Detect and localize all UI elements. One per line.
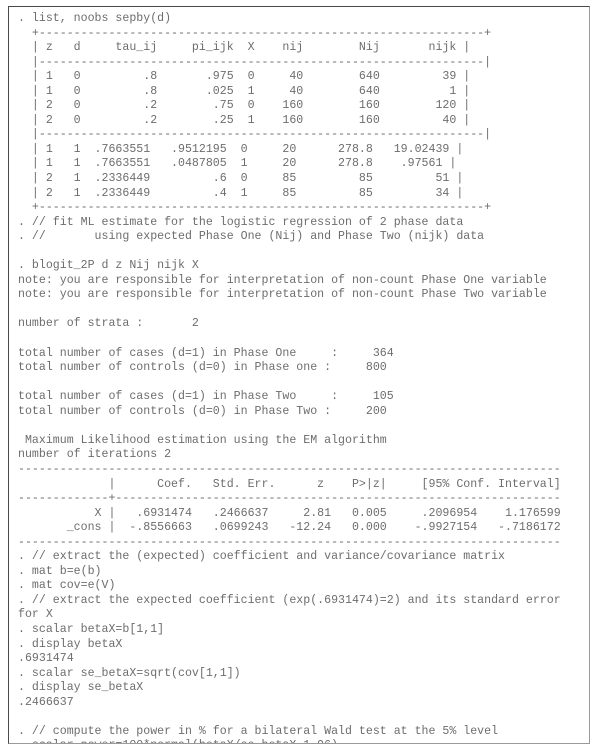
console-output-text[interactable]: . list, noobs sepby(d) +----------------… [18,12,561,743]
console-line: number of strata : 2 [18,317,199,331]
console-line: | Coef. Std. Err. z P>|z| [95% Conf. Int… [18,477,561,491]
console-line: | 1 0 .8 .975 0 40 640 39 | [18,70,471,84]
console-line: . scalar power=100*normal(betaX/se_betaX… [18,739,561,743]
console-line: ----------------------------------------… [18,535,561,549]
console-line: . mat b=e(b) [18,564,102,578]
console-line: -------------+--------------------------… [18,492,561,506]
console-line: total number of cases (d=1) in Phase One… [18,346,394,360]
console-line: . // extract the (expected) coefficient … [18,550,506,564]
console-line: . // extract the expected coefficient (e… [18,593,561,607]
console-line: . blogit_2P d z Nij nijk X [18,259,199,273]
console-line: | z d tau_ij pi_ijk X nij Nij nijk | [18,41,471,55]
console-line: . scalar betaX=b[1,1] [18,622,165,636]
console-line: +---------------------------------------… [18,26,492,40]
console-line: . list, noobs sepby(d) [18,12,172,25]
console-line: Maximum Likelihood estimation using the … [18,433,387,447]
console-line: . display se_betaX [18,681,144,695]
console-line: | 1 1 .7663551 .0487805 1 20 278.8 .9756… [18,157,457,171]
console-line: .2466637 [18,695,74,709]
console-line: . // compute the power in % for a bilate… [18,724,499,738]
console-line: . display betaX [18,637,123,651]
console-line: note: you are responsible for interpreta… [18,288,547,302]
console-line: note: you are responsible for interpreta… [18,273,547,287]
console-line: | 2 1 .2336449 .4 1 85 85 34 | [18,186,464,200]
console-line: | 2 1 .2336449 .6 0 85 85 51 | [18,172,464,186]
console-line: . // using expected Phase One (Nij) and … [18,230,485,244]
console-line: .6931474 [18,652,74,666]
console-line: total number of controls (d=0) in Phase … [18,404,387,418]
console-line: . scalar se_betaX=sqrt(cov[1,1]) [18,666,241,680]
console-line: |---------------------------------------… [18,128,492,142]
console-line: | 2 0 .2 .75 0 160 160 120 | [18,99,471,113]
console-line: X | .6931474 .2466637 2.81 0.005 .209695… [18,506,561,520]
console-line: total number of controls (d=0) in Phase … [18,361,387,375]
console-line: | 2 0 .2 .25 1 160 160 40 | [18,113,471,127]
console-line: |---------------------------------------… [18,55,492,69]
console-line: for X [18,608,53,622]
console-line: ----------------------------------------… [18,462,561,476]
console-line: | 1 0 .8 .025 1 40 640 1 | [18,84,471,98]
stata-results-window[interactable]: . list, noobs sepby(d) +----------------… [8,6,590,744]
console-line: | 1 1 .7663551 .9512195 0 20 278.8 19.02… [18,142,464,156]
console-line: . // fit ML estimate for the logistic re… [18,215,464,229]
console-line: _cons | -.8556663 .0699243 -12.24 0.000 … [18,521,561,535]
console-line: number of iterations 2 [18,448,172,462]
console-line: total number of cases (d=1) in Phase Two… [18,390,394,404]
console-line: . mat cov=e(V) [18,579,116,593]
console-line: +---------------------------------------… [18,201,492,215]
